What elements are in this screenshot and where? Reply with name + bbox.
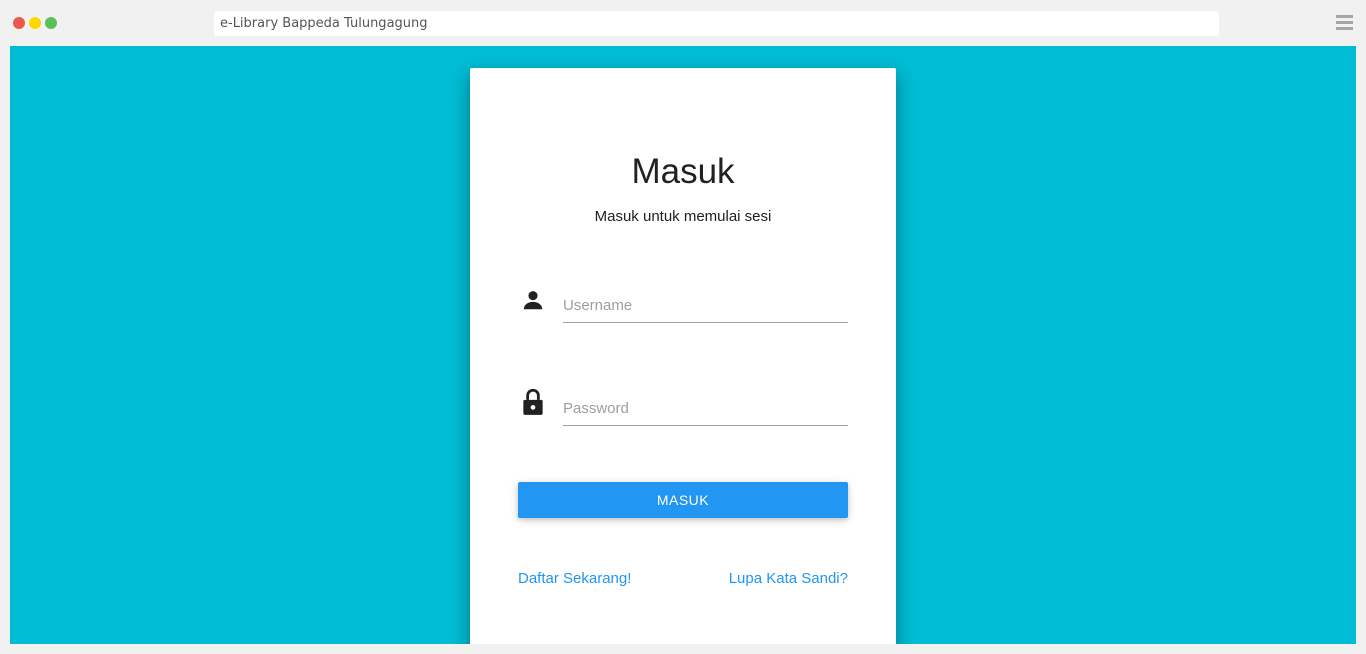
password-field[interactable] [563,392,848,426]
lock-icon [520,387,546,415]
window-close-dot[interactable] [13,17,25,29]
window-minimize-dot[interactable] [29,17,41,29]
forgot-password-link[interactable]: Lupa Kata Sandi? [729,570,848,587]
page-title: Masuk [631,152,735,191]
page-viewport: Masuk Masuk untuk memulai sesi MASUK Daf… [10,46,1356,644]
address-bar[interactable]: e-Library Bappeda Tulungagung [214,11,1219,36]
login-card: Masuk Masuk untuk memulai sesi MASUK Daf… [470,68,896,644]
browser-toolbar: e-Library Bappeda Tulungagung [0,0,1366,46]
person-icon [520,287,546,315]
register-link[interactable]: Daftar Sekarang! [518,570,631,587]
login-button[interactable]: MASUK [518,482,848,518]
page-subtitle: Masuk untuk memulai sesi [594,208,772,225]
window-maximize-dot[interactable] [45,17,57,29]
username-field[interactable] [563,289,848,323]
hamburger-menu-icon[interactable] [1336,15,1353,31]
